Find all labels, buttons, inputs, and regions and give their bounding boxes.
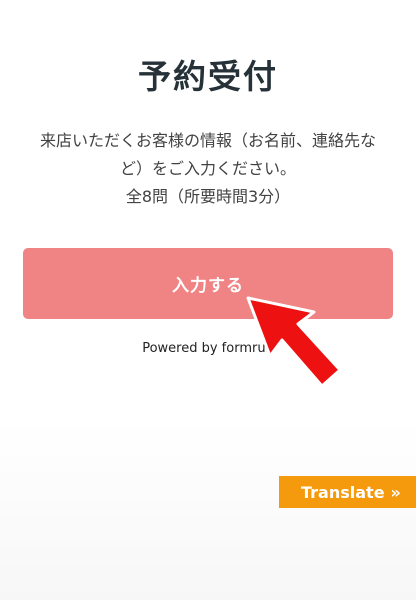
form-description: 来店いただくお客様の情報（お名前、連絡先な ど）をご入力ください。 全8問（所要…: [30, 127, 386, 211]
question-count-text: 全8問（所要時間3分）: [125, 187, 291, 206]
page-title: 予約受付: [138, 57, 278, 96]
powered-by-text: Powered by formrun: [142, 341, 274, 356]
translate-button[interactable]: Translate »: [279, 476, 416, 508]
red-arrow-icon: [246, 296, 342, 388]
description-line: ど）をご入力ください。: [119, 159, 296, 178]
chevron-right-icon: »: [390, 482, 401, 502]
form-page: 予約受付 来店いただくお客様の情報（お名前、連絡先な ど）をご入力ください。 全…: [0, 0, 416, 600]
description-line: 来店いただくお客様の情報（お名前、連絡先な: [39, 131, 376, 150]
translate-label: Translate: [301, 482, 385, 502]
